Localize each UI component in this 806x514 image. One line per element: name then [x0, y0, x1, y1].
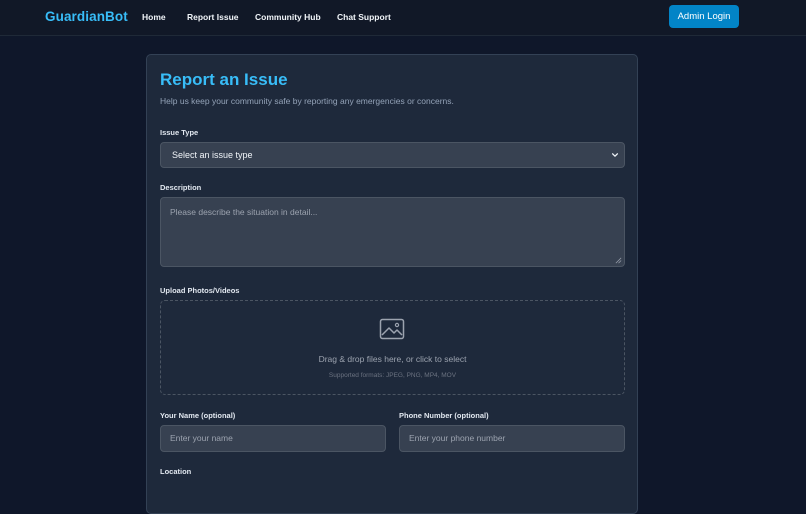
navbar: GuardianBot Home Report Issue Community …	[0, 0, 806, 36]
nav-link-community-hub[interactable]: Community Hub	[255, 12, 321, 22]
brand-logo[interactable]: GuardianBot	[45, 9, 128, 24]
page-title: Report an Issue	[160, 70, 288, 89]
upload-label: Upload Photos/Videos	[160, 286, 240, 295]
issue-type-label: Issue Type	[160, 128, 199, 137]
file-dropzone[interactable]: Drag & drop files here, or click to sele…	[160, 300, 625, 395]
dropzone-text: Drag & drop files here, or click to sele…	[318, 354, 467, 364]
chevron-down-icon	[611, 153, 619, 157]
image-icon	[379, 318, 405, 340]
name-placeholder: Enter your name	[170, 433, 233, 443]
admin-login-button[interactable]: Admin Login	[669, 5, 739, 28]
resize-handle-icon[interactable]	[615, 257, 622, 264]
phone-input[interactable]: Enter your phone number	[399, 425, 625, 452]
page-subtitle: Help us keep your community safe by repo…	[160, 96, 454, 106]
phone-placeholder: Enter your phone number	[409, 433, 506, 443]
nav-link-chat-support[interactable]: Chat Support	[337, 12, 391, 22]
nav-link-report-issue[interactable]: Report Issue	[187, 12, 239, 22]
description-textarea[interactable]: Please describe the situation in detail.…	[160, 197, 625, 267]
nav-link-home[interactable]: Home	[142, 12, 166, 22]
dropzone-formats: Supported formats: JPEG, PNG, MP4, MOV	[328, 372, 457, 379]
description-placeholder: Please describe the situation in detail.…	[170, 207, 318, 217]
location-label: Location	[160, 467, 192, 476]
name-input[interactable]: Enter your name	[160, 425, 386, 452]
description-label: Description	[160, 183, 202, 192]
report-form-card: Report an Issue Help us keep your commun…	[146, 54, 638, 514]
name-label: Your Name (optional)	[160, 411, 236, 420]
issue-type-selected-value: Select an issue type	[172, 150, 253, 160]
phone-label: Phone Number (optional)	[399, 411, 489, 420]
issue-type-select[interactable]: Select an issue type	[160, 142, 625, 168]
